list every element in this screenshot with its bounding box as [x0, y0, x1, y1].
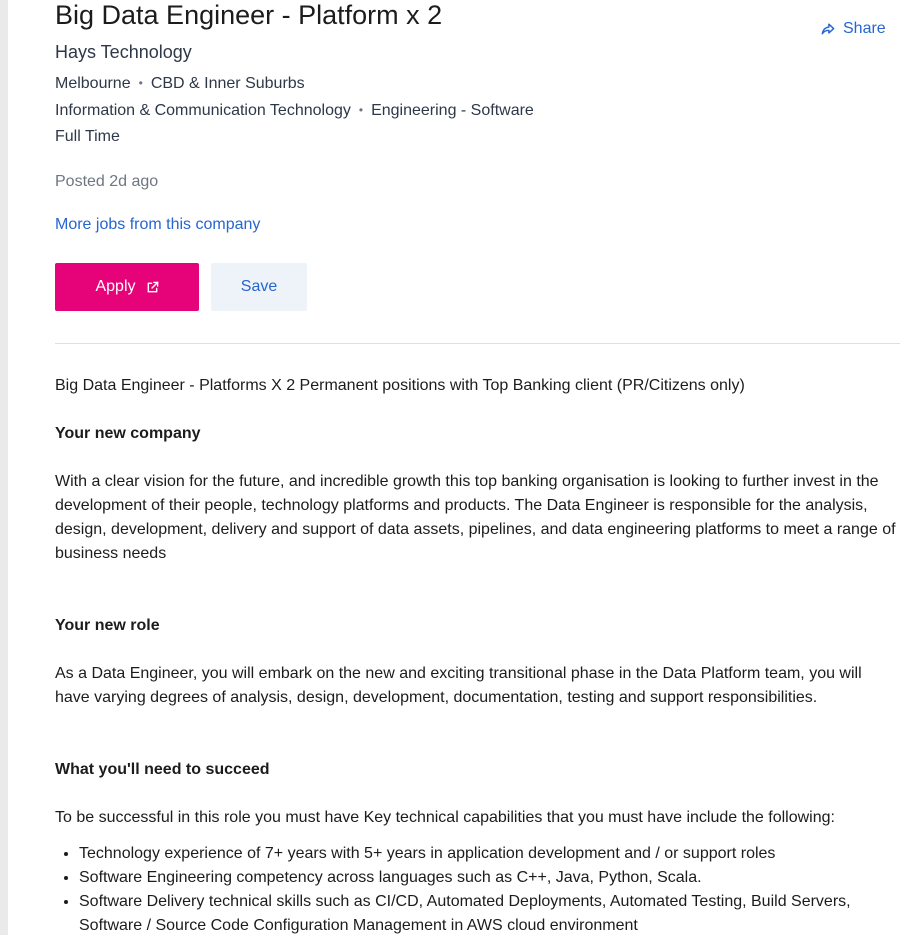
list-item: Software Delivery technical skills such … — [79, 890, 900, 938]
separator-dot: • — [358, 103, 364, 117]
location-line: Melbourne • CBD & Inner Suburbs — [55, 72, 305, 95]
work-type: Full Time — [55, 128, 120, 145]
role-paragraph: As a Data Engineer, you will embark on t… — [55, 665, 862, 706]
company-name: Hays Technology — [55, 42, 192, 62]
list-item: Technology experience of 7+ years with 5… — [79, 842, 900, 866]
separator-dot: • — [138, 76, 143, 90]
description-intro: Big Data Engineer - Platforms X 2 Perman… — [55, 377, 745, 394]
apply-button[interactable]: Apply — [55, 263, 199, 311]
requirements-list: Technology experience of 7+ years with 5… — [55, 842, 900, 938]
posted-date: Posted 2d ago — [55, 173, 159, 190]
apply-label: Apply — [95, 278, 136, 295]
external-link-icon — [146, 281, 159, 294]
divider — [55, 343, 900, 344]
location-area: CBD & Inner Suburbs — [150, 75, 305, 92]
location: Melbourne — [55, 75, 131, 92]
share-button[interactable]: Share — [821, 18, 886, 40]
right-rail — [908, 0, 922, 935]
classification-line: Information & Communication Technology • E… — [55, 99, 534, 122]
list-item: Software Engineering competency across l… — [79, 866, 900, 890]
company-paragraph: With a clear vision for the future, and … — [55, 473, 896, 562]
succeed-heading: What you'll need to succeed — [55, 761, 270, 778]
company-heading: Your new company — [55, 425, 201, 442]
subclassification: Engineering - Software — [371, 102, 534, 119]
share-arrow-icon — [821, 22, 835, 36]
role-heading: Your new role — [55, 617, 160, 634]
classification: Information & Communication Technology — [55, 102, 351, 119]
left-rail — [0, 0, 8, 935]
job-title: Big Data Engineer - Platform x 2 — [55, 0, 443, 30]
save-button[interactable]: Save — [211, 263, 307, 311]
job-description: Big Data Engineer - Platforms X 2 Perman… — [55, 374, 900, 938]
succeed-paragraph: To be successful in this role you must h… — [55, 809, 835, 826]
share-label: Share — [843, 20, 886, 37]
more-jobs-link[interactable]: More jobs from this company — [55, 214, 260, 236]
